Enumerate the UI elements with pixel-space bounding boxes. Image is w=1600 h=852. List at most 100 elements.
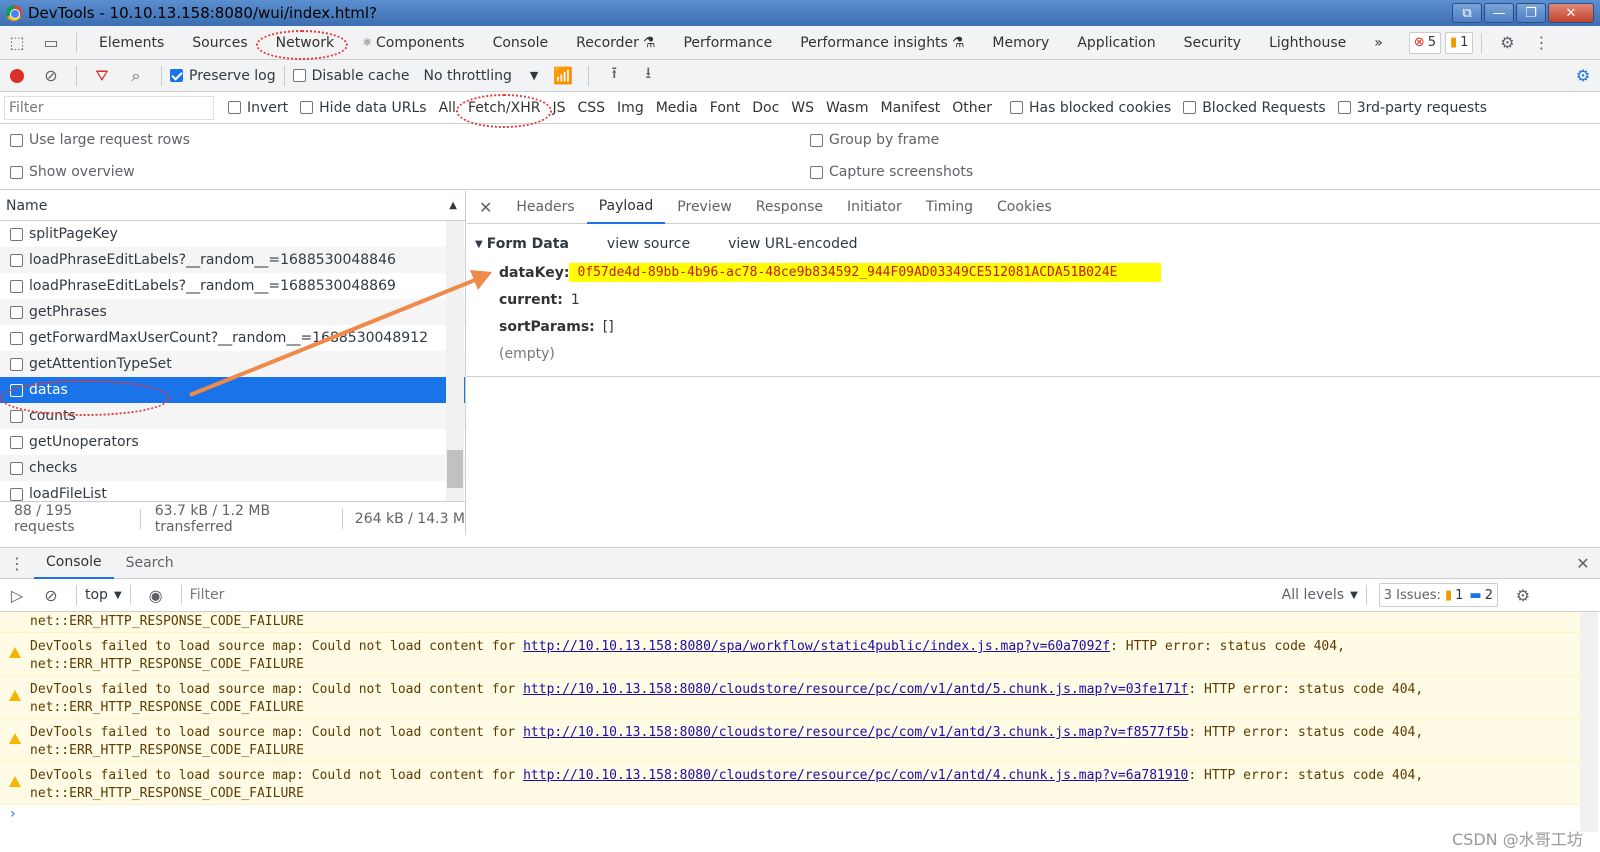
more-tabs-button[interactable]: » — [1360, 26, 1397, 60]
tab-response[interactable]: Response — [744, 191, 835, 224]
view-url-encoded-link[interactable]: view URL-encoded — [728, 236, 857, 252]
tab-cookies[interactable]: Cookies — [985, 191, 1064, 224]
settings-gear-icon[interactable]: ⚙ — [1490, 26, 1524, 60]
tab-security[interactable]: Security — [1170, 26, 1256, 60]
request-row[interactable]: getUnoperators — [0, 429, 465, 455]
filter-type-ws[interactable]: WS — [785, 100, 820, 116]
disable-cache-checkbox[interactable]: Disable cache — [292, 68, 409, 84]
capture-screenshots-checkbox[interactable]: Capture screenshots — [810, 164, 973, 180]
scrollbar-thumb[interactable] — [447, 450, 463, 488]
error-badge[interactable]: ⊗ 5 — [1408, 31, 1442, 54]
blocked-requests-checkbox[interactable]: Blocked Requests — [1183, 100, 1326, 116]
tab-application[interactable]: Application — [1063, 26, 1169, 60]
live-expression-eye-icon[interactable]: ◉ — [139, 578, 173, 612]
clear-console-icon[interactable]: ⊘ — [34, 578, 68, 612]
clear-icon[interactable]: ⊘ — [34, 59, 68, 93]
console-scrollbar[interactable] — [1580, 612, 1598, 832]
warning-triangle-icon — [9, 733, 21, 744]
console-prompt-icon[interactable]: › — [10, 806, 16, 822]
checkbox-icon — [1183, 101, 1197, 114]
preserve-log-checkbox[interactable]: Preserve log — [170, 68, 276, 84]
filter-type-font[interactable]: Font — [704, 100, 746, 116]
search-icon[interactable]: ⌕ — [119, 59, 153, 93]
console-message: DevTools failed to load source map: Coul… — [0, 762, 1580, 805]
tab-performance[interactable]: Performance — [669, 26, 786, 60]
tab-performance-insights[interactable]: Performance insights ⚗ — [786, 26, 978, 60]
close-window-button[interactable]: ✕ — [1548, 3, 1594, 23]
source-map-link[interactable]: http://10.10.13.158:8080/cloudstore/reso… — [523, 682, 1188, 697]
tab-elements[interactable]: Elements — [85, 26, 178, 60]
watermark: CSDN @水哥工坊 — [1452, 830, 1583, 849]
maximize-button[interactable]: ❐ — [1516, 3, 1546, 23]
source-map-link[interactable]: http://10.10.13.158:8080/cloudstore/reso… — [523, 725, 1188, 740]
import-har-icon[interactable]: ⭱ — [597, 59, 631, 93]
filter-funnel-icon[interactable]: ⛛ — [85, 59, 119, 93]
export-har-icon[interactable]: ⭳ — [631, 59, 665, 93]
checkbox-icon — [300, 101, 314, 114]
minimize-button[interactable]: — — [1484, 3, 1514, 23]
network-settings-gear-icon[interactable]: ⚙ — [1566, 59, 1600, 93]
form-data-heading[interactable]: Form Data — [487, 236, 569, 252]
issues-counter[interactable]: 3 Issues: ▮ 1 ▬ 2 — [1378, 583, 1498, 607]
request-row[interactable]: splitPageKey — [0, 221, 465, 247]
tab-lighthouse[interactable]: Lighthouse — [1255, 26, 1360, 60]
filter-type-wasm[interactable]: Wasm — [820, 100, 874, 116]
context-value: top — [85, 587, 108, 603]
filter-input[interactable]: Filter — [4, 95, 214, 120]
filter-type-other[interactable]: Other — [946, 100, 998, 116]
tab-drawer-search[interactable]: Search — [114, 547, 186, 579]
context-selector[interactable]: top ▼ — [85, 587, 122, 603]
request-row[interactable]: checks — [0, 455, 465, 481]
tab-console[interactable]: Console — [479, 26, 563, 60]
tab-payload[interactable]: Payload — [586, 191, 666, 224]
third-party-requests-checkbox[interactable]: 3rd-party requests — [1337, 100, 1487, 116]
has-blocked-cookies-checkbox[interactable]: Has blocked cookies — [1010, 100, 1171, 116]
tab-sources[interactable]: Sources — [178, 26, 261, 60]
record-icon[interactable] — [0, 59, 34, 93]
source-map-link[interactable]: http://10.10.13.158:8080/cloudstore/reso… — [523, 768, 1188, 783]
tab-initiator[interactable]: Initiator — [835, 191, 914, 224]
view-source-link[interactable]: view source — [607, 236, 690, 252]
issues-label: 3 Issues: — [1383, 587, 1441, 603]
checkbox-icon — [228, 101, 241, 114]
dropdown-arrow-icon: ▼ — [1350, 589, 1358, 601]
close-detail-icon[interactable]: ✕ — [467, 191, 504, 224]
show-sidebar-icon[interactable]: ▷ — [0, 578, 34, 612]
show-overview-checkbox[interactable]: Show overview — [10, 164, 135, 180]
tab-timing[interactable]: Timing — [914, 191, 985, 224]
annotation-fetch-xhr-oval — [456, 94, 552, 128]
divider — [161, 65, 162, 86]
log-levels-select[interactable]: All levels ▼ — [1282, 587, 1358, 603]
name-column-header[interactable]: Name ▲ — [0, 191, 465, 221]
console-settings-gear-icon[interactable]: ⚙ — [1506, 578, 1540, 612]
drawer-tabs: ⋮ Console Search ✕ — [0, 547, 1600, 579]
warning-badge[interactable]: ▮ 1 — [1445, 31, 1474, 54]
console-filter-input[interactable]: Filter — [190, 583, 1270, 607]
hide-data-urls-checkbox[interactable]: Hide data URLs — [300, 100, 427, 116]
filter-type-media[interactable]: Media — [650, 100, 704, 116]
tab-headers[interactable]: Headers — [504, 191, 586, 224]
group-by-frame-checkbox[interactable]: Group by frame — [810, 132, 939, 148]
throttling-select[interactable]: No throttling ▼ — [423, 68, 538, 84]
more-options-icon[interactable]: ⋮ — [1524, 26, 1558, 60]
filter-type-css[interactable]: CSS — [571, 100, 611, 116]
drawer-menu-icon[interactable]: ⋮ — [0, 546, 34, 580]
device-toolbar-icon[interactable]: ▭ — [34, 26, 68, 60]
filter-type-img[interactable]: Img — [611, 100, 650, 116]
tab-recorder[interactable]: Recorder ⚗ — [562, 26, 669, 60]
tab-memory[interactable]: Memory — [978, 26, 1063, 60]
inspect-element-icon[interactable]: ⬚ — [0, 26, 34, 60]
network-conditions-wifi-icon[interactable]: 📶 — [546, 59, 580, 93]
invert-checkbox[interactable]: Invert — [228, 100, 288, 116]
close-drawer-icon[interactable]: ✕ — [1566, 546, 1600, 580]
issues-info-count: 2 — [1484, 587, 1493, 603]
restore-window-icon[interactable]: ⧉ — [1452, 3, 1482, 23]
source-map-link[interactable]: http://10.10.13.158:8080/spa/workflow/st… — [523, 639, 1110, 654]
tab-preview[interactable]: Preview — [665, 191, 744, 224]
tab-components[interactable]: ⚛ Components — [348, 26, 478, 60]
large-request-rows-checkbox[interactable]: Use large request rows — [10, 132, 190, 148]
collapse-triangle-icon[interactable]: ▼ — [475, 239, 483, 250]
filter-type-doc[interactable]: Doc — [746, 100, 785, 116]
filter-type-manifest[interactable]: Manifest — [875, 100, 947, 116]
tab-drawer-console[interactable]: Console — [34, 547, 114, 579]
